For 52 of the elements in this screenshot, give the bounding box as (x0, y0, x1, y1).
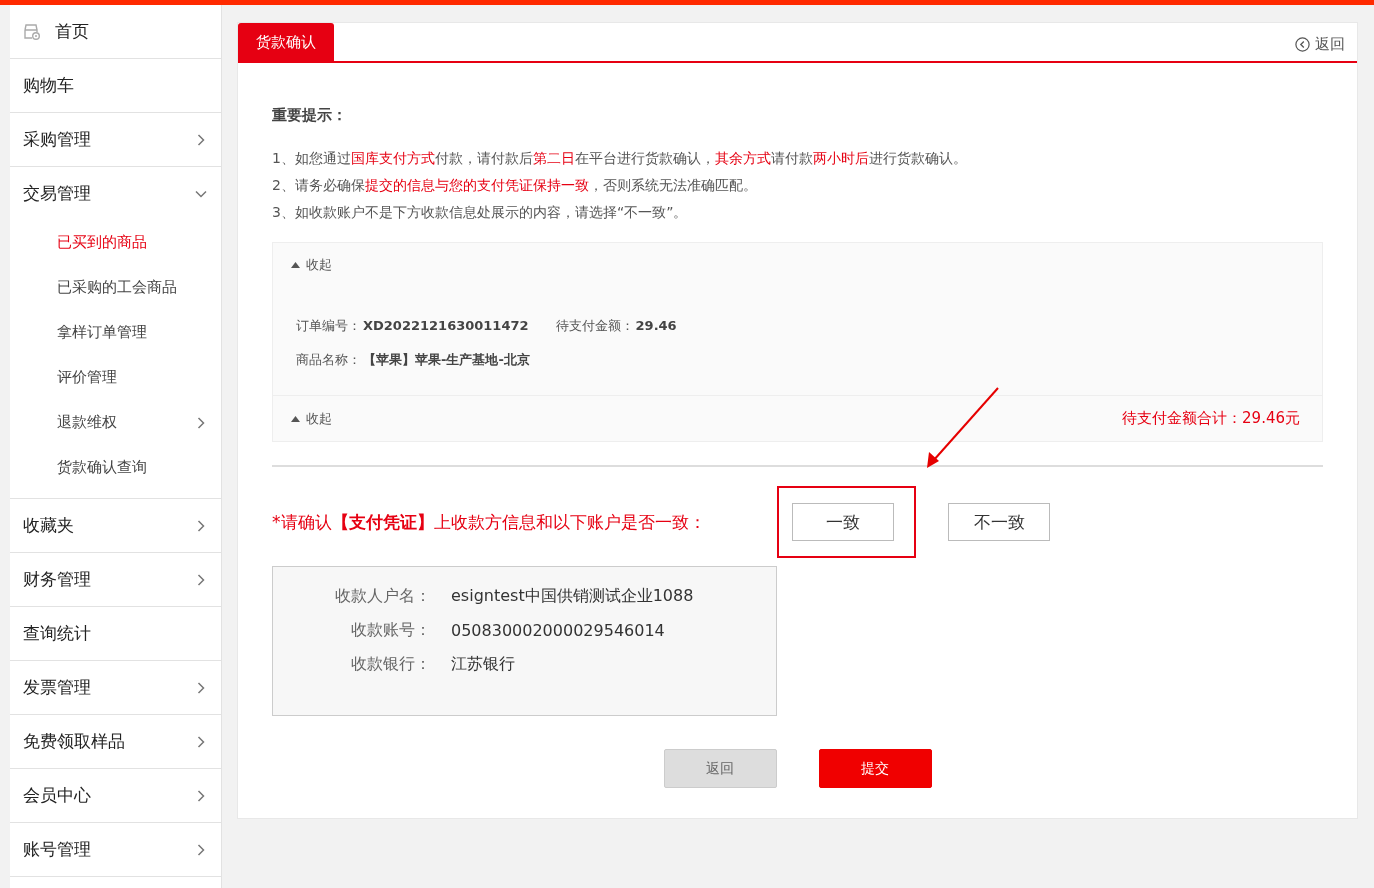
sidebar-item[interactable]: 财务管理 (10, 553, 221, 606)
choice-button[interactable]: 一致 (792, 503, 894, 541)
order-field: 订单编号：XD2022121630011472 (296, 317, 529, 335)
sidebar-item[interactable]: 发票管理 (10, 661, 221, 714)
field-value: 江苏银行 (451, 653, 515, 675)
chevron-right-icon (195, 519, 207, 532)
collapse-toggle[interactable]: 收起 (273, 396, 332, 441)
caret-up-icon (291, 262, 300, 268)
sidebar-subitem[interactable]: 退款维权 (10, 400, 221, 445)
caret-up-icon (291, 415, 300, 422)
field-label: 收款人户名： (334, 585, 431, 607)
sidebar-item[interactable]: 会员中心 (10, 769, 221, 822)
chevron-right-icon (195, 843, 207, 856)
field-value: 050830002000029546014 (451, 620, 665, 640)
sidebar-item[interactable]: 首页 (10, 5, 221, 58)
field-label: 收款银行： (350, 653, 431, 675)
sidebar-item[interactable]: 查询统计 (10, 607, 221, 660)
notice-title: 重要提示： (272, 106, 348, 125)
sidebar-subitem[interactable]: 拿样订单管理 (10, 310, 221, 355)
storefront-icon (23, 23, 41, 40)
notice-text: 3、如收款账户不是下方收款信息处展示的内容，请选择“不一致”。 (272, 203, 689, 222)
order-field: 商品名称：【苹果】苹果-生产基地-北京 (296, 351, 530, 369)
back-link[interactable]: 返回 (1295, 34, 1357, 54)
sidebar-item[interactable]: 账号管理 (10, 823, 221, 876)
choice-button[interactable]: 不一致 (948, 503, 1050, 541)
notice-text: 1、如您通过国库支付方式付款，请付款后第二日在平台进行货款确认，其余方式请付款两小时后进行货款确认。 (272, 149, 968, 168)
field-value: esigntest中国供销测试企业1088 (451, 585, 694, 607)
sidebar-item[interactable]: 免费领取样品 (10, 715, 221, 768)
chevron-right-icon (195, 735, 207, 748)
chevron-right-icon (195, 416, 207, 429)
chevron-right-icon (195, 133, 207, 146)
chevron-right-icon (195, 573, 207, 586)
notice-text: 2、请务必确保提交的信息与您的支付凭证保持一致，否则系统无法准确匹配。 (272, 176, 758, 195)
chevron-right-icon (195, 681, 207, 694)
sidebar-item[interactable]: 收藏夹 (10, 499, 221, 552)
sidebar-item[interactable]: 交易管理 (10, 167, 221, 220)
sidebar-subitem[interactable]: 货款确认查询 (10, 445, 221, 490)
back-icon (1295, 36, 1310, 52)
tab[interactable]: 货款确认 (238, 23, 334, 61)
field-label: 收款账号： (350, 619, 431, 641)
submit-button[interactable]: 提交 (818, 749, 932, 788)
sidebar-subitem[interactable]: 已采购的工会商品 (10, 265, 221, 310)
sidebar-subitem[interactable]: 评价管理 (10, 355, 221, 400)
total-amount: 待支付金额合计：29.46元 (1122, 409, 1301, 428)
collapse-toggle[interactable]: 收起 (273, 243, 1322, 287)
confirm-prompt: *请确认【支付凭证】上收款方信息和以下账户是否一致： (272, 510, 707, 534)
sidebar-item[interactable]: 购物车 (10, 59, 221, 112)
back-button[interactable]: 返回 (663, 749, 777, 788)
sidebar-subitem[interactable]: 已买到的商品 (10, 220, 221, 265)
chevron-right-icon (195, 789, 207, 802)
sidebar-item[interactable]: 采购管理 (10, 113, 221, 166)
order-field: 待支付金额：29.46 (555, 317, 677, 335)
